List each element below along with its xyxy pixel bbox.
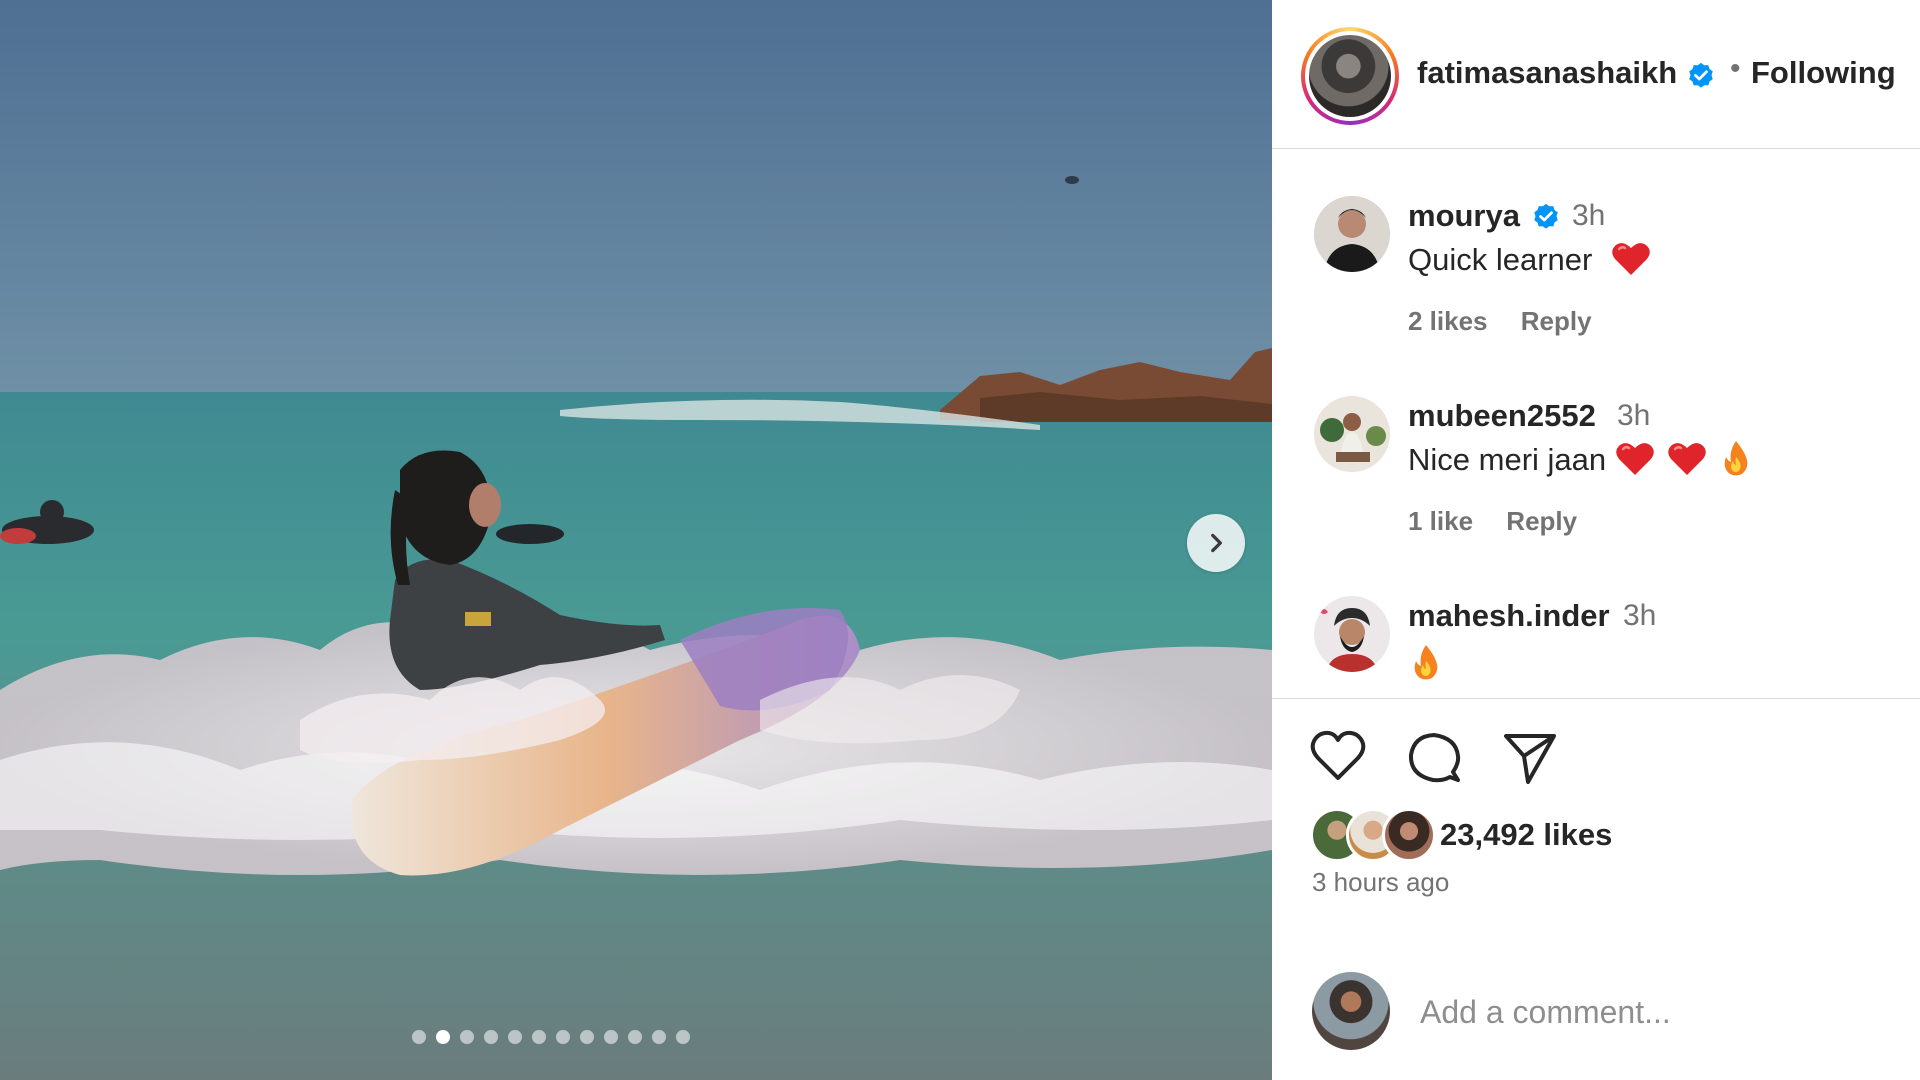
post-photo xyxy=(0,0,1272,1080)
carousel-dot[interactable] xyxy=(580,1030,594,1044)
section-divider xyxy=(1272,698,1920,699)
commenter-avatar[interactable] xyxy=(1314,396,1390,472)
carousel-dot-active[interactable] xyxy=(436,1030,450,1044)
comment-input[interactable] xyxy=(1418,986,1882,1038)
carousel-dot[interactable] xyxy=(412,1030,426,1044)
share-button[interactable] xyxy=(1502,730,1558,791)
likes-count[interactable]: 23,492 likes xyxy=(1440,817,1612,853)
heart-icon xyxy=(1310,730,1366,780)
carousel-next-button[interactable] xyxy=(1187,514,1245,572)
carousel-dot[interactable] xyxy=(460,1030,474,1044)
comment-body: Quick learner xyxy=(1408,242,1651,278)
reply-button[interactable]: Reply xyxy=(1521,306,1592,336)
comment-item: mahesh.inder 3h xyxy=(1272,590,1920,690)
comment-text: Quick learner xyxy=(1408,242,1593,277)
comment-username[interactable]: mourya xyxy=(1408,198,1520,234)
commenter-avatar[interactable] xyxy=(1314,196,1390,272)
following-button[interactable]: Following xyxy=(1751,55,1896,91)
comment-likes[interactable]: 2 likes xyxy=(1408,306,1488,336)
comment-body xyxy=(1408,642,1442,681)
reply-button[interactable]: Reply xyxy=(1506,506,1577,536)
comment-username[interactable]: mahesh.inder xyxy=(1408,598,1610,634)
carousel-dot[interactable] xyxy=(484,1030,498,1044)
verified-badge-icon xyxy=(1534,203,1558,229)
current-user-avatar xyxy=(1312,972,1390,1050)
comment-text: Nice meri jaan xyxy=(1408,442,1607,477)
commenter-avatar-photo xyxy=(1314,196,1390,272)
carousel-dot[interactable] xyxy=(676,1030,690,1044)
header-separator: • xyxy=(1730,52,1741,85)
verified-badge-icon xyxy=(1689,62,1713,88)
red-heart-emoji-icon xyxy=(1668,442,1707,475)
owner-avatar-photo xyxy=(1309,35,1391,117)
comment-time[interactable]: 3h xyxy=(1623,599,1656,633)
chevron-right-icon xyxy=(1211,533,1222,553)
comment-button[interactable] xyxy=(1406,730,1462,791)
fire-emoji-icon xyxy=(1724,440,1748,476)
commenter-avatar-photo xyxy=(1314,596,1390,672)
comment-meta: 2 likes Reply xyxy=(1408,306,1618,337)
carousel-dot[interactable] xyxy=(652,1030,666,1044)
carousel-dot[interactable] xyxy=(532,1030,546,1044)
carousel-dot[interactable] xyxy=(556,1030,570,1044)
comment-time[interactable]: 3h xyxy=(1572,199,1605,233)
carousel-dots xyxy=(412,1030,690,1044)
comment-body: Nice meri jaan xyxy=(1408,440,1752,478)
like-button[interactable] xyxy=(1310,730,1366,787)
liked-by-avatars[interactable] xyxy=(1310,808,1440,862)
post-media[interactable] xyxy=(0,0,1272,1080)
commenter-avatar-photo xyxy=(1314,396,1390,472)
carousel-dot[interactable] xyxy=(508,1030,522,1044)
post-header: fatimasanashaikh • Following xyxy=(1272,0,1920,149)
carousel-dot[interactable] xyxy=(628,1030,642,1044)
comment-time[interactable]: 3h xyxy=(1617,399,1650,433)
comment-meta: 1 like Reply xyxy=(1408,506,1603,537)
comment-username[interactable]: mubeen2552 xyxy=(1408,398,1596,434)
commenter-avatar[interactable] xyxy=(1314,596,1390,672)
liker-avatar xyxy=(1382,808,1436,862)
post-panel: fatimasanashaikh • Following mourya 3h Q… xyxy=(1272,0,1920,1080)
red-heart-emoji-icon xyxy=(1615,442,1654,475)
post-timestamp[interactable]: 3 hours ago xyxy=(1312,867,1449,898)
fire-emoji-icon xyxy=(1414,644,1438,680)
paper-plane-icon xyxy=(1504,734,1556,784)
owner-username[interactable]: fatimasanashaikh xyxy=(1417,55,1677,91)
comment-item: mubeen2552 3h Nice meri jaan 1 like Repl… xyxy=(1272,390,1920,560)
comment-item: mourya 3h Quick learner 2 likes Reply xyxy=(1272,190,1920,360)
add-comment-bar xyxy=(1272,960,1920,1060)
carousel-dot[interactable] xyxy=(604,1030,618,1044)
red-heart-emoji-icon xyxy=(1612,242,1650,275)
comment-icon xyxy=(1408,733,1461,783)
owner-avatar[interactable] xyxy=(1301,27,1399,125)
comment-likes[interactable]: 1 like xyxy=(1408,506,1473,536)
